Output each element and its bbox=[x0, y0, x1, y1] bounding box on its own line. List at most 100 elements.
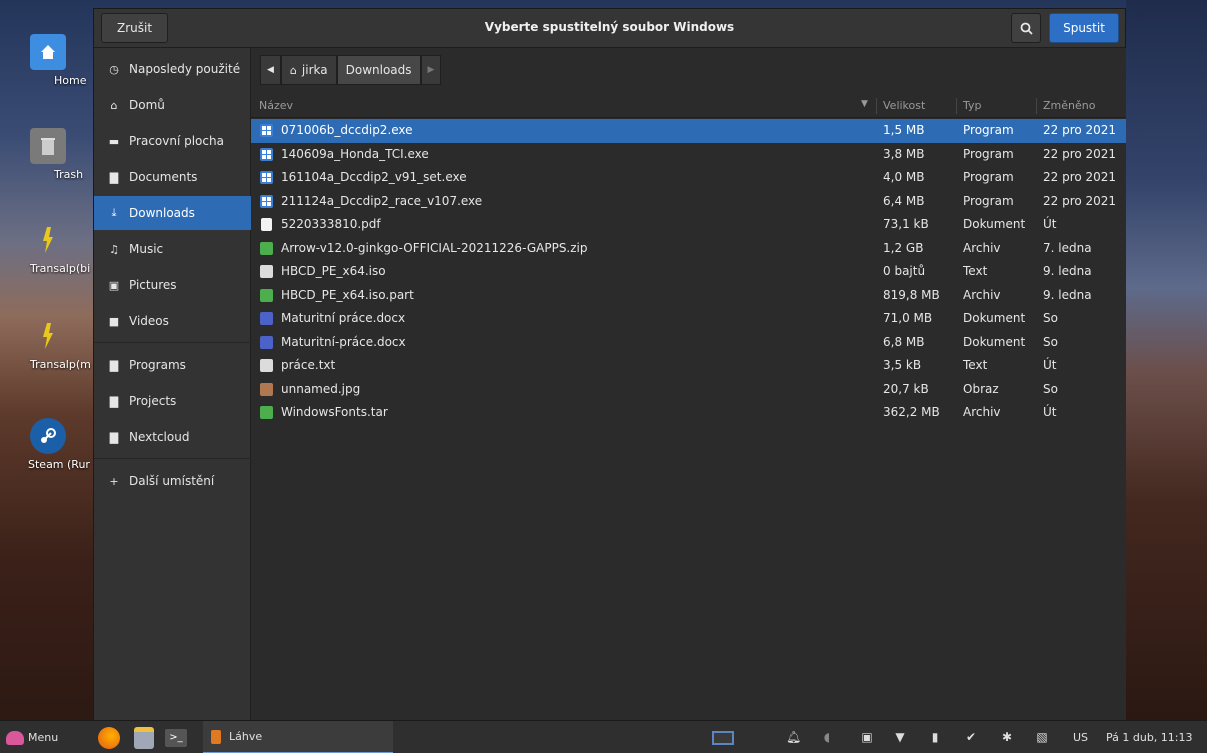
sidebar-item-label: Documents bbox=[129, 170, 198, 184]
file-row[interactable]: HBCD_PE_x64.iso.part 819,8 MB Archiv 9. led… bbox=[251, 284, 1126, 308]
file-row[interactable]: 5220333810.pdf 73,1 kB Dokument Út bbox=[251, 213, 1126, 237]
menu-button[interactable]: Menu bbox=[6, 721, 58, 753]
path-scroll-left-button[interactable]: ◀ bbox=[260, 55, 281, 85]
file-chooser-dialog: Zrušit Vyberte spustitelný soubor Window… bbox=[93, 8, 1126, 720]
file-size: 1,5 MB bbox=[883, 123, 925, 137]
firefox-launcher[interactable] bbox=[98, 721, 120, 753]
file-type: Archiv bbox=[963, 240, 1001, 255]
file-row[interactable]: WindowsFonts.tar 362,2 MB Archiv Út bbox=[251, 401, 1126, 425]
file-type-exe-icon bbox=[260, 171, 273, 184]
file-row[interactable]: Maturitní práce.docx 71,0 MB Dokument So bbox=[251, 307, 1126, 331]
sidebar-item-music[interactable]: ♫ Music bbox=[94, 232, 251, 266]
file-row[interactable]: 161104a_Dccdip2_v91_set.exe 4,0 MB Program… bbox=[251, 166, 1126, 190]
sidebar-item-home[interactable]: ⌂ Domů bbox=[94, 88, 251, 122]
bluetooth-icon[interactable]: ✱ bbox=[1000, 730, 1014, 744]
sidebar-item-label: Naposledy použité bbox=[129, 62, 241, 76]
sidebar-item-projects[interactable]: ▇ Projects bbox=[94, 384, 251, 418]
column-divider bbox=[956, 98, 957, 114]
sidebar-item-nextcloud[interactable]: ▇ Nextcloud bbox=[94, 420, 251, 454]
path-bar: ◀ ⌂ jirka Downloads ▶ bbox=[260, 55, 442, 85]
volume-muted-icon[interactable]: ◖ bbox=[820, 730, 834, 744]
task-label: Láhve bbox=[229, 730, 263, 743]
file-modified: Út bbox=[1043, 405, 1057, 419]
file-modified: Út bbox=[1043, 358, 1057, 372]
document-icon: ▇ bbox=[109, 170, 119, 184]
path-segment-current[interactable]: Downloads bbox=[336, 55, 421, 85]
notifications-icon[interactable]: 🔔︎ bbox=[786, 730, 801, 744]
dialog-headerbar: Zrušit Vyberte spustitelný soubor Window… bbox=[94, 9, 1125, 48]
sidebar-item-desktop[interactable]: ▬ Pracovní plocha bbox=[94, 124, 251, 158]
desktop-icon-label: Transalp(bi bbox=[30, 262, 91, 275]
music-icon: ♫ bbox=[109, 242, 119, 256]
desktop-icon-home[interactable]: Home bbox=[0, 34, 96, 87]
download-icon: ⤓ bbox=[111, 206, 117, 219]
clock[interactable]: Pá 1 dub, 11:13 bbox=[1106, 721, 1193, 753]
file-size: 1,2 GB bbox=[883, 240, 924, 255]
desktop-icon-transalp-moto[interactable]: Transalp(m bbox=[0, 318, 96, 371]
file-type: Text bbox=[963, 264, 988, 278]
file-row[interactable]: Maturitní-práce.docx 6,8 MB Dokument So bbox=[251, 331, 1126, 355]
chevron-left-icon: ◀ bbox=[267, 65, 274, 75]
file-name: HBCD_PE_x64.iso bbox=[281, 264, 386, 278]
sidebar-item-downloads[interactable]: ⤓ Downloads bbox=[94, 196, 251, 230]
path-segment-label: jirka bbox=[301, 63, 328, 77]
wifi-icon[interactable]: ▼ bbox=[893, 730, 907, 744]
desktop-wallpaper bbox=[1126, 0, 1207, 720]
sidebar-item-pictures[interactable]: ▣ Pictures bbox=[94, 268, 251, 302]
file-row[interactable]: HBCD_PE_x64.iso 0 bajtů Text 9. ledna bbox=[251, 260, 1126, 284]
file-size: 3,8 MB bbox=[883, 146, 925, 161]
terminal-tray-icon[interactable]: ▣ bbox=[860, 730, 874, 744]
files-launcher[interactable] bbox=[134, 721, 154, 753]
sidebar-item-label: Projects bbox=[129, 394, 177, 408]
column-header-type[interactable]: Typ bbox=[963, 99, 982, 112]
battery-icon[interactable]: ▮ bbox=[928, 730, 942, 744]
desktop-icon-steam[interactable]: Steam (Rur bbox=[0, 418, 96, 471]
column-divider bbox=[876, 98, 877, 114]
file-type-zip-icon bbox=[260, 288, 273, 302]
file-type: Program bbox=[963, 146, 1014, 161]
file-size: 362,2 MB bbox=[883, 405, 940, 419]
sidebar-item-videos[interactable]: ■ Videos bbox=[94, 304, 251, 338]
file-type-exe-icon bbox=[260, 124, 273, 137]
file-row[interactable]: Arrow-v12.0-ginkgo-OFFICIAL-20211226-GAP… bbox=[251, 237, 1126, 261]
column-header-modified[interactable]: Změněno bbox=[1043, 99, 1095, 112]
search-button[interactable] bbox=[1011, 13, 1041, 43]
sidebar-item-label: Videos bbox=[129, 314, 169, 328]
file-row[interactable]: unnamed.jpg 20,7 kB Obraz So bbox=[251, 378, 1126, 402]
column-header-name[interactable]: Název bbox=[259, 99, 293, 112]
path-scroll-right-button[interactable]: ▶ bbox=[420, 55, 442, 85]
sidebar-item-recent[interactable]: ◷ Naposledy použité bbox=[94, 52, 251, 86]
file-name: WindowsFonts.tar bbox=[281, 405, 388, 419]
file-modified: 9. ledna bbox=[1043, 287, 1092, 302]
file-size: 71,0 MB bbox=[883, 311, 933, 325]
file-row[interactable]: práce.txt 3,5 kB Text Út bbox=[251, 354, 1126, 378]
sidebar-item-label: Programs bbox=[129, 358, 186, 372]
sidebar-item-documents[interactable]: ▇ Documents bbox=[94, 160, 251, 194]
path-segment-home[interactable]: ⌂ jirka bbox=[280, 55, 337, 85]
file-name: Maturitní práce.docx bbox=[281, 311, 406, 325]
file-row[interactable]: 211124a_Dccdip2_race_v107.exe 6,4 MB Progr… bbox=[251, 190, 1126, 214]
taskbar-task-lahve[interactable]: Láhve bbox=[203, 721, 393, 753]
file-row[interactable]: 140609a_Honda_TCI.exe 3,8 MB Program 22 pro… bbox=[251, 143, 1126, 167]
bike-icon bbox=[30, 318, 66, 354]
sidebar-item-programs[interactable]: ▇ Programs bbox=[94, 348, 251, 382]
file-type: Dokument bbox=[963, 311, 1026, 325]
sidebar-item-label: Domů bbox=[129, 98, 165, 112]
sidebar-item-other-locations[interactable]: + Další umístění bbox=[94, 464, 251, 498]
file-type: Archiv bbox=[963, 405, 1001, 419]
column-header-size[interactable]: Velikost bbox=[883, 99, 925, 112]
terminal-launcher[interactable]: >_ bbox=[165, 721, 187, 753]
desktop-icon-transalp-bike[interactable]: Transalp(bi bbox=[0, 222, 96, 275]
file-type-img-icon bbox=[260, 382, 273, 396]
file-row[interactable]: 071006b_dccdip2.exe 1,5 MB Program 22 pro 2… bbox=[251, 119, 1126, 143]
file-type-exe-icon bbox=[260, 147, 273, 161]
desktop-icon-trash[interactable]: Trash bbox=[0, 128, 96, 181]
run-button[interactable]: Spustit bbox=[1049, 13, 1119, 43]
image-icon[interactable]: ▧ bbox=[1035, 730, 1049, 744]
file-name: 161104a_Dccdip2_v91_set.exe bbox=[281, 170, 467, 184]
show-desktop-button[interactable] bbox=[712, 721, 734, 753]
check-icon[interactable]: ✔ bbox=[964, 730, 978, 744]
keyboard-layout[interactable]: US bbox=[1073, 721, 1088, 753]
file-type: Program bbox=[963, 193, 1014, 208]
file-type: Program bbox=[963, 170, 1014, 184]
